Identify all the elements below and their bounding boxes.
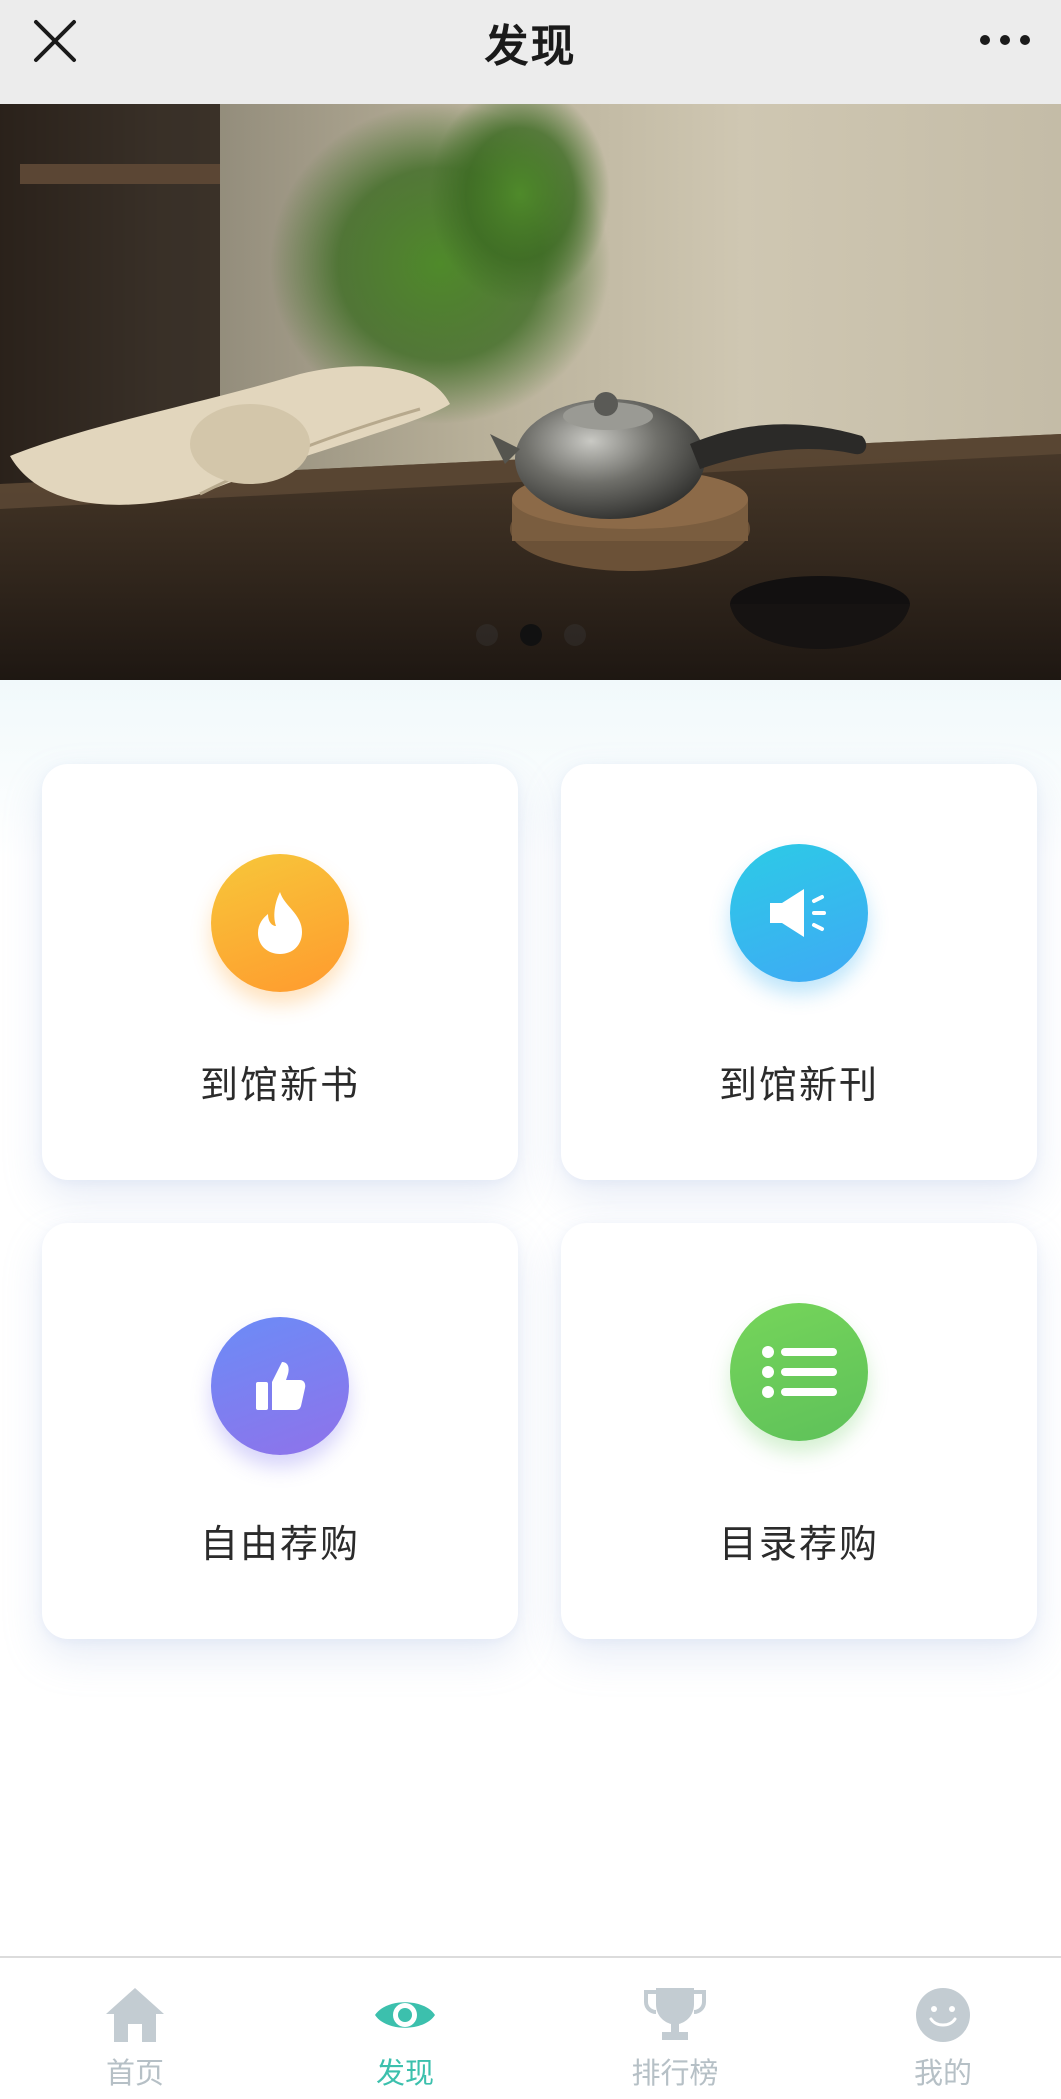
megaphone-icon	[770, 889, 826, 937]
carousel-indicators	[0, 624, 1061, 646]
thumbs-up-icon	[256, 1362, 306, 1410]
feature-grid: 到馆新书 到馆新刊 自由荐购 目录荐购	[0, 680, 1061, 1956]
catalog-recommend-card[interactable]: 目录荐购	[561, 1223, 1037, 1639]
tab-ranking[interactable]: 排行榜	[575, 1958, 775, 2099]
tab-discover[interactable]: 发现	[305, 1958, 505, 2099]
list-icon	[762, 1346, 837, 1398]
tab-mine[interactable]: 我的	[843, 1958, 1043, 2099]
new-periodicals-card[interactable]: 到馆新刊	[561, 764, 1037, 1180]
eye-icon	[375, 2002, 435, 2028]
home-icon	[106, 1988, 164, 2042]
flame-icon	[258, 892, 302, 954]
tab-label: 我的	[913, 2056, 972, 2090]
bottom-tab-bar: 首页 发现 排行榜 我的	[0, 1956, 1061, 2099]
carousel-dot[interactable]	[563, 624, 586, 646]
list-icon-circle	[730, 1303, 868, 1441]
top-navigation-bar: 发现	[0, 0, 1061, 104]
tab-label: 排行榜	[631, 2056, 719, 2090]
smile-face-icon	[916, 1988, 970, 2042]
thumbs-up-icon-circle	[211, 1317, 349, 1455]
page-title: 发现	[484, 21, 577, 72]
free-recommend-card[interactable]: 自由荐购	[42, 1223, 518, 1639]
card-label: 到馆新刊	[718, 1063, 879, 1107]
new-books-card[interactable]: 到馆新书	[42, 764, 518, 1180]
more-options-button[interactable]	[977, 20, 1033, 60]
banner-carousel[interactable]	[0, 104, 1061, 680]
card-label: 目录荐购	[718, 1522, 879, 1566]
megaphone-icon-circle	[730, 844, 868, 982]
flame-icon-circle	[211, 854, 349, 992]
trophy-icon	[644, 1988, 706, 2040]
card-label: 到馆新书	[199, 1063, 360, 1107]
discover-page: 发现 到馆新书 到馆新刊 自由荐购 目录荐购 首页 发现 排行榜 我的	[0, 0, 1061, 2099]
banner-image	[0, 104, 1061, 680]
more-dots-icon	[980, 35, 1030, 45]
tab-label: 发现	[375, 2056, 434, 2090]
tab-label: 首页	[105, 2056, 164, 2090]
carousel-dot-active[interactable]	[519, 624, 542, 646]
card-label: 自由荐购	[199, 1522, 360, 1566]
carousel-dot[interactable]	[475, 624, 498, 646]
tab-home[interactable]: 首页	[35, 1958, 235, 2099]
